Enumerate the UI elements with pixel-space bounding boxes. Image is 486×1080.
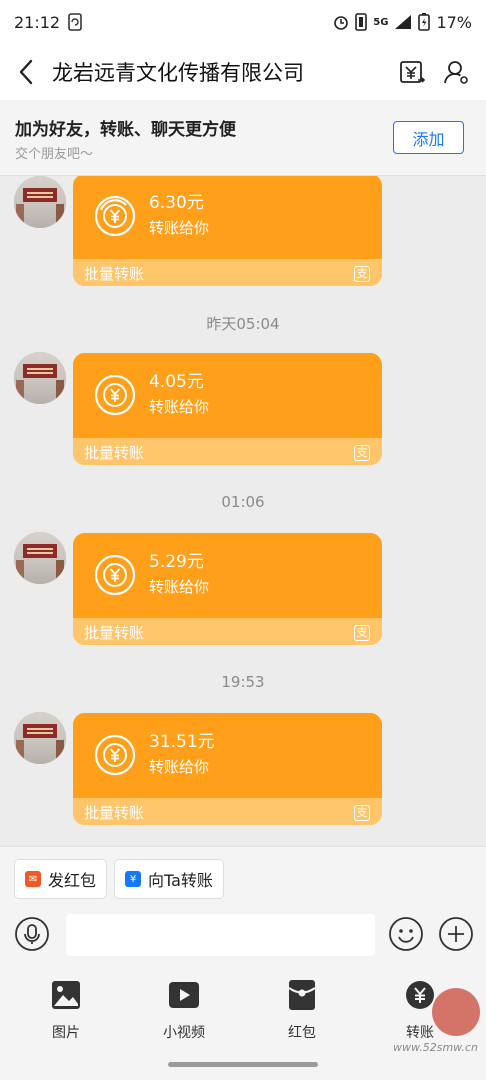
tool-red-packet[interactable]: 红包 (262, 978, 342, 1048)
nav-bar: 龙岩远青文化传播有限公司 (0, 44, 486, 100)
red-packet-icon (288, 980, 316, 1010)
page-title: 龙岩远青文化传播有限公司 (52, 61, 304, 85)
transfer-subtitle: 转账给你 (149, 398, 210, 416)
avatar[interactable] (14, 712, 66, 764)
tool-image[interactable]: 图片 (26, 978, 106, 1048)
battery-level: 17% (436, 12, 472, 32)
alipay-icon: 支 (354, 266, 370, 282)
transfer-footer: 批量转账 (84, 444, 145, 462)
transfer-amount: 31.51元 (149, 732, 215, 752)
video-icon (169, 982, 199, 1008)
transfer-amount: 5.29元 (149, 552, 204, 572)
battery-icon (418, 13, 431, 31)
transfer-subtitle: 转账给你 (149, 758, 210, 776)
add-friend-banner: 加为好友，转账、聊天更方便 交个朋友吧～ 添加 (0, 100, 486, 176)
chip-label: 向Ta转账 (148, 871, 213, 890)
avatar[interactable] (14, 176, 66, 228)
status-time: 21:12 (14, 12, 61, 32)
message-input[interactable] (66, 914, 375, 956)
transfer-subtitle: 转账给你 (149, 578, 210, 596)
phone-sync-icon (68, 13, 82, 31)
chat-area[interactable]: 6.30元 转账给你 批量转账 支 昨天05:04 4.05元 转账给你 批量转… (0, 176, 486, 846)
transfer-coin-icon (94, 734, 136, 776)
transfer-button[interactable] (390, 44, 434, 100)
tool-label: 小视频 (163, 1025, 205, 1041)
transfer-amount: 4.05元 (149, 372, 204, 392)
alipay-icon: 支 (354, 625, 370, 641)
transfer-bubble[interactable]: 4.05元 转账给你 批量转账 支 (73, 353, 382, 465)
watermark-text: www.52smw.cn (392, 1041, 478, 1054)
yen-exchange-icon (400, 61, 426, 83)
alipay-icon: 支 (354, 805, 370, 821)
home-indicator[interactable] (168, 1062, 318, 1067)
chevron-left-icon (19, 59, 33, 85)
vibrate-icon (355, 13, 368, 31)
back-button[interactable] (0, 44, 52, 100)
voice-button[interactable] (14, 916, 50, 952)
avatar[interactable] (14, 352, 66, 404)
message-timestamp: 19:53 (221, 673, 265, 691)
quick-actions-bar: ✉ 发红包 ¥ 向Ta转账 (0, 846, 486, 908)
emoji-button[interactable] (388, 916, 424, 952)
send-red-envelope-button[interactable]: ✉ 发红包 (14, 859, 108, 899)
message-timestamp: 01:06 (221, 493, 265, 511)
watermark-seal (432, 988, 480, 1036)
transfer-icon: ¥ (125, 871, 141, 887)
transfer-bubble[interactable]: 5.29元 转账给你 批量转账 支 (73, 533, 382, 645)
transfer-footer: 批量转账 (84, 265, 145, 283)
transfer-to-ta-button[interactable]: ¥ 向Ta转账 (114, 859, 224, 899)
transfer-amount: 6.30元 (149, 193, 204, 213)
tool-video[interactable]: 小视频 (144, 978, 224, 1048)
transfer-footer: 批量转账 (84, 804, 145, 822)
transfer-bubble[interactable]: 31.51元 转账给你 批量转账 支 (73, 713, 382, 825)
avatar[interactable] (14, 532, 66, 584)
user-icon (444, 61, 468, 84)
tool-label: 图片 (52, 1025, 80, 1041)
input-row (0, 908, 486, 964)
transfer-bubble[interactable]: 6.30元 转账给你 批量转账 支 (73, 176, 382, 286)
add-friend-button[interactable]: 添加 (393, 121, 464, 154)
image-icon (52, 981, 80, 1009)
alipay-icon: 支 (354, 445, 370, 461)
transfer-coin-icon (94, 195, 136, 237)
banner-subtitle: 交个朋友吧～ (15, 147, 94, 162)
signal-icon (395, 15, 412, 29)
more-button[interactable] (438, 916, 474, 952)
message-timestamp: 昨天05:04 (206, 315, 280, 333)
profile-button[interactable] (434, 44, 478, 100)
red-envelope-icon: ✉ (25, 871, 41, 887)
transfer-subtitle: 转账给你 (149, 219, 210, 237)
transfer-footer: 批量转账 (84, 624, 145, 642)
network-type: 5G (373, 16, 389, 28)
chip-label: 发红包 (48, 871, 97, 890)
watermark: www.52smw.cn (392, 966, 486, 1056)
status-bar: 21:12 5G 17% (0, 0, 486, 44)
tool-label: 红包 (288, 1025, 316, 1041)
transfer-coin-icon (94, 374, 136, 416)
alarm-icon (334, 16, 349, 30)
transfer-coin-icon (94, 554, 136, 596)
banner-title: 加为好友，转账、聊天更方便 (15, 120, 236, 140)
